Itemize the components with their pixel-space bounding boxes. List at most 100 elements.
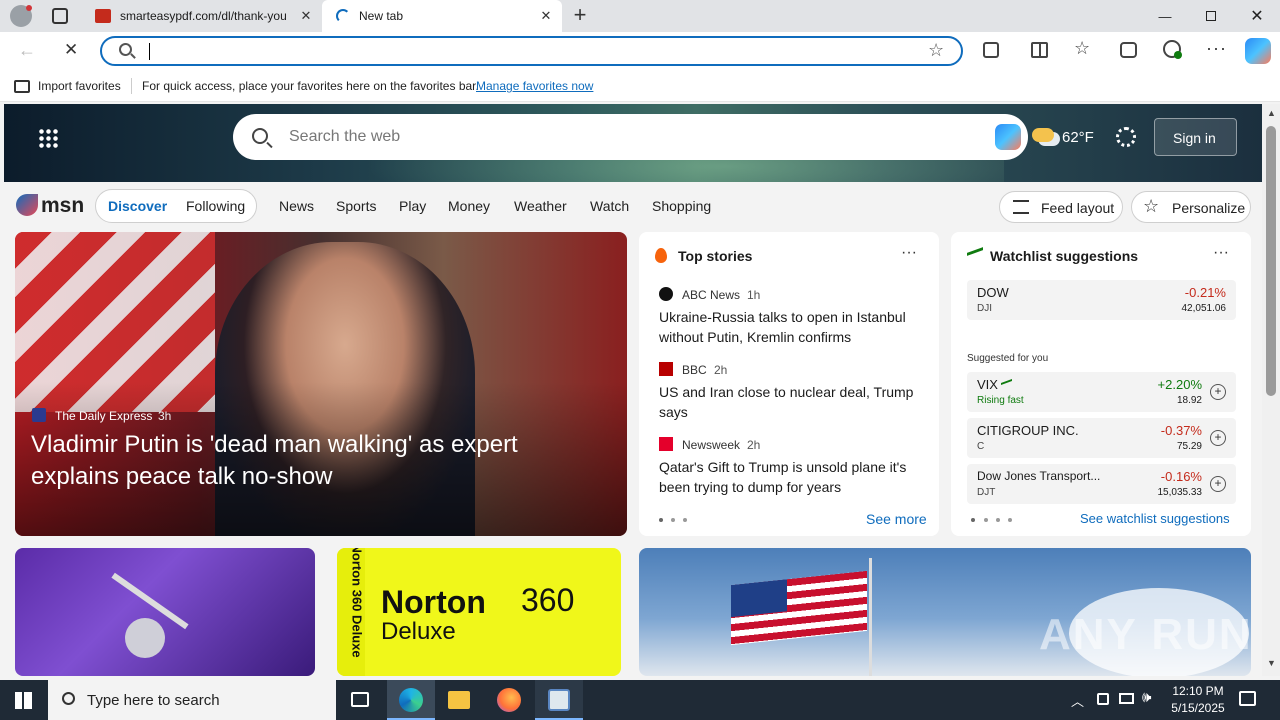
favorite-star-icon[interactable]: ☆: [928, 40, 944, 61]
nav-play[interactable]: Play: [399, 198, 426, 214]
hero-banner: Search the web 62°F Sign in: [4, 104, 1262, 182]
copilot-icon[interactable]: [1245, 38, 1271, 64]
split-screen-icon[interactable]: [1031, 42, 1048, 58]
story-title[interactable]: Qatar's Gift to Trump is unsold plane it…: [659, 457, 924, 497]
close-window-button[interactable]: ✕: [1234, 0, 1280, 32]
back-arrow-icon[interactable]: ←: [18, 40, 36, 61]
tab-smarteasypdf[interactable]: smarteasypdf.com/dl/thank-you ✕: [84, 0, 322, 32]
stock-change: -0.37%: [1160, 423, 1202, 438]
story-age: 2h: [714, 363, 728, 377]
taskbar-search-box[interactable]: Type here to search: [48, 680, 336, 720]
settings-gear-icon[interactable]: [1116, 127, 1136, 147]
pager-dot[interactable]: [683, 518, 687, 522]
more-options-icon[interactable]: ···: [901, 244, 917, 262]
loading-spinner-icon: [336, 9, 350, 23]
stock-row-citigroup[interactable]: CITIGROUP INC. C -0.37% 75.29: [967, 418, 1236, 458]
stock-row-dow[interactable]: DOW DJI -0.21% 42,051.06: [967, 280, 1236, 320]
weather-temp[interactable]: 62°F: [1062, 129, 1094, 146]
edge-taskbar-icon[interactable]: [387, 680, 435, 720]
flag-story-card[interactable]: ANY RUN: [639, 548, 1251, 676]
norton-side-strip: Norton 360 Deluxe: [337, 548, 365, 676]
new-tab-plus-icon[interactable]: +: [568, 4, 592, 28]
msn-logo[interactable]: msn: [16, 192, 84, 218]
import-favorites-icon[interactable]: [14, 80, 30, 93]
more-menu-icon[interactable]: ···: [1206, 38, 1227, 59]
more-options-icon[interactable]: ···: [1213, 244, 1229, 262]
scrollbar-thumb[interactable]: [1266, 126, 1276, 396]
see-more-link[interactable]: See more: [866, 511, 927, 527]
nav-sports[interactable]: Sports: [336, 198, 376, 214]
task-view-icon[interactable]: [351, 692, 369, 707]
clock-time[interactable]: 12:10 PM: [1170, 684, 1226, 698]
feed-layout-button[interactable]: Feed layout: [999, 191, 1123, 223]
story-title[interactable]: US and Iran close to nuclear deal, Trump…: [659, 382, 924, 422]
profile-avatar-icon[interactable]: [10, 5, 32, 27]
pager-dot[interactable]: [996, 518, 1000, 522]
msn-page: Search the web 62°F Sign in msn Discover…: [4, 104, 1262, 676]
pager-dot[interactable]: [1008, 518, 1012, 522]
add-to-watchlist-icon[interactable]: +: [1210, 430, 1226, 446]
space-probe-card[interactable]: [15, 548, 315, 676]
nav-weather[interactable]: Weather: [514, 198, 567, 214]
hero-story-card[interactable]: The Daily Express 3h Vladimir Putin is '…: [15, 232, 627, 536]
hero-age: 3h: [158, 409, 172, 423]
tab-close-icon[interactable]: ✕: [298, 8, 314, 24]
stock-row-djt[interactable]: Dow Jones Transport... DJT -0.16% 15,035…: [967, 464, 1236, 504]
tab-title: New tab: [359, 9, 404, 23]
scroll-up-arrow-icon[interactable]: ▲: [1267, 108, 1276, 118]
display-icon[interactable]: [1119, 693, 1134, 704]
add-to-watchlist-icon[interactable]: +: [1210, 476, 1226, 492]
web-search-box[interactable]: Search the web: [233, 114, 1028, 160]
firefox-icon[interactable]: [497, 688, 521, 712]
flag-pole: [869, 558, 872, 676]
scroll-down-arrow-icon[interactable]: ▼: [1267, 658, 1276, 668]
apps-launcher-icon[interactable]: [38, 128, 58, 148]
start-windows-icon[interactable]: [15, 692, 32, 709]
page-scrollbar[interactable]: ▲ ▼: [1262, 104, 1280, 676]
nav-shopping[interactable]: Shopping: [652, 198, 711, 214]
browser-essentials-icon[interactable]: [1163, 40, 1182, 59]
copilot-icon[interactable]: [995, 124, 1021, 150]
tab-new-tab[interactable]: New tab ✕: [322, 0, 562, 32]
norton-ad-card[interactable]: Norton 360 Deluxe Norton 360 Deluxe: [337, 548, 621, 676]
pager-dot[interactable]: [984, 518, 988, 522]
tab-actions-icon[interactable]: [52, 8, 68, 24]
nav-news[interactable]: News: [279, 198, 314, 214]
nav-money[interactable]: Money: [448, 198, 490, 214]
nav-watch[interactable]: Watch: [590, 198, 629, 214]
stock-price: 18.92: [1176, 395, 1202, 406]
pager-dot[interactable]: [671, 518, 675, 522]
pager-dot[interactable]: [659, 518, 663, 522]
manage-favorites-link[interactable]: Manage favorites now: [476, 79, 593, 93]
stop-loading-icon[interactable]: ✕: [64, 40, 78, 60]
tab-close-icon[interactable]: ✕: [538, 8, 554, 24]
tab-discover[interactable]: Discover: [108, 198, 167, 214]
stock-row-vix[interactable]: VIX Rising fast +2.20% 18.92: [967, 372, 1236, 412]
story-title[interactable]: Ukraine-Russia talks to open in Istanbul…: [659, 307, 924, 347]
app-taskbar-icon[interactable]: [535, 680, 583, 720]
file-explorer-icon[interactable]: [448, 691, 470, 709]
favorites-icon[interactable]: ☆: [1074, 38, 1090, 59]
clock-date[interactable]: 5/15/2025: [1166, 701, 1230, 715]
volume-icon[interactable]: 🕪: [1142, 689, 1151, 706]
hero-title[interactable]: Vladimir Putin is 'dead man walking' as …: [31, 429, 591, 493]
sign-in-button[interactable]: Sign in: [1154, 118, 1237, 156]
network-icon[interactable]: [1097, 693, 1109, 705]
address-input[interactable]: [148, 42, 908, 60]
import-favorites-button[interactable]: Import favorites: [38, 79, 121, 93]
personalize-star-icon: ☆: [1143, 196, 1160, 216]
personalize-button[interactable]: ☆ Personalize: [1131, 191, 1251, 223]
address-bar[interactable]: ☆: [100, 36, 963, 66]
pager-dot[interactable]: [971, 518, 975, 522]
stock-ticker: DJT: [977, 487, 996, 498]
add-to-watchlist-icon[interactable]: +: [1210, 384, 1226, 400]
notifications-icon[interactable]: [1239, 691, 1256, 706]
see-watchlist-link[interactable]: See watchlist suggestions: [1080, 511, 1230, 526]
tab-following[interactable]: Following: [186, 198, 245, 214]
collections-icon[interactable]: [1120, 42, 1137, 58]
weather-cloud-icon[interactable]: [1032, 128, 1054, 142]
restore-button[interactable]: [1188, 0, 1234, 32]
minimize-button[interactable]: —: [1142, 0, 1188, 32]
show-hidden-icons-chevron-icon[interactable]: ︿: [1071, 691, 1084, 710]
extensions-icon[interactable]: [983, 42, 999, 58]
